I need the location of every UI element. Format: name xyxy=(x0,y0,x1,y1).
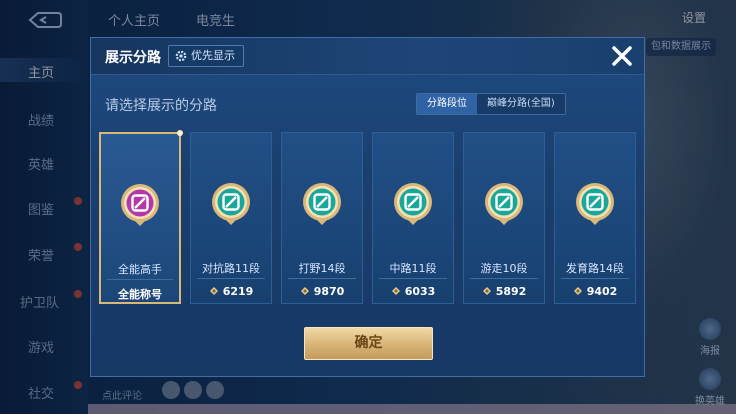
lane-card[interactable]: 全能高手 全能称号 xyxy=(99,130,183,304)
peak-score-icon xyxy=(209,287,218,295)
selected-corner-marker xyxy=(177,130,183,136)
lane-card-value-text: 9870 xyxy=(313,285,345,298)
dialog-title: 展示分路 xyxy=(105,50,161,66)
clash-lane-emblem-icon xyxy=(212,183,250,225)
peak-score-icon xyxy=(573,287,582,295)
lane-card-value: 6219 xyxy=(191,285,271,298)
lane-card-name: 中路11段 xyxy=(389,262,437,275)
roam-emblem-icon xyxy=(485,183,523,225)
lane-card-name: 对抗路11段 xyxy=(202,262,260,275)
priority-display-label: 优先显示 xyxy=(191,49,235,62)
tab-peak-lane-national[interactable]: 巅峰分路(全国) xyxy=(477,94,565,114)
confirm-button[interactable]: 确定 xyxy=(304,327,433,360)
lane-card-value-text: 5892 xyxy=(495,285,527,298)
card-divider xyxy=(107,279,173,280)
lane-card[interactable]: 游走10段 5892 xyxy=(463,132,545,304)
lane-card-value-text: 6033 xyxy=(404,285,436,298)
lane-card-value: 5892 xyxy=(464,285,544,298)
lane-card-value: 9870 xyxy=(282,285,362,298)
lane-card[interactable]: 对抗路11段 6219 xyxy=(190,132,272,304)
lane-card-value: 9402 xyxy=(555,285,635,298)
lane-card-name: 打野14段 xyxy=(298,262,346,275)
lane-card-value: 6033 xyxy=(373,285,453,298)
card-divider xyxy=(197,278,265,279)
lane-card[interactable]: 打野14段 9870 xyxy=(281,132,363,304)
all-round-emblem-icon xyxy=(121,184,159,226)
lane-card[interactable]: 发育路14段 9402 xyxy=(554,132,636,304)
card-divider xyxy=(288,278,356,279)
close-icon[interactable] xyxy=(609,43,635,69)
lane-cards: 全能高手 全能称号 对抗路11段 6219 打野14段 9870 中路11段 6033 游走10… xyxy=(99,130,639,306)
lane-card[interactable]: 中路11段 6033 xyxy=(372,132,454,304)
peak-score-icon xyxy=(300,287,309,295)
lane-card-value-text: 全能称号 xyxy=(118,288,162,301)
lane-type-toggle: 分路段位 巅峰分路(全国) xyxy=(416,93,566,115)
lane-card-name: 游走10段 xyxy=(480,262,528,275)
card-divider xyxy=(379,278,447,279)
card-divider xyxy=(561,278,629,279)
lane-card-value-text: 6219 xyxy=(222,285,254,298)
lane-card-name: 发育路14段 xyxy=(566,262,624,275)
lane-card-value-text: 9402 xyxy=(586,285,618,298)
lane-display-dialog: 展示分路 优先显示 请选择展示的分路 分路段位 巅峰分路(全国) 全能高手全能称… xyxy=(90,37,645,377)
select-lane-prompt: 请选择展示的分路 xyxy=(105,98,217,114)
tab-lane-rank[interactable]: 分路段位 xyxy=(417,94,477,114)
card-divider xyxy=(470,278,538,279)
dialog-header: 展示分路 优先显示 xyxy=(91,38,644,75)
jungle-emblem-icon xyxy=(303,183,341,225)
lane-card-name: 全能高手 xyxy=(118,263,162,276)
mid-lane-emblem-icon xyxy=(394,183,432,225)
peak-score-icon xyxy=(482,287,491,295)
farm-lane-emblem-icon xyxy=(576,183,614,225)
priority-display-button[interactable]: 优先显示 xyxy=(168,45,244,67)
peak-score-icon xyxy=(391,287,400,295)
lane-card-value: 全能称号 xyxy=(101,286,179,302)
gear-icon xyxy=(175,50,187,62)
